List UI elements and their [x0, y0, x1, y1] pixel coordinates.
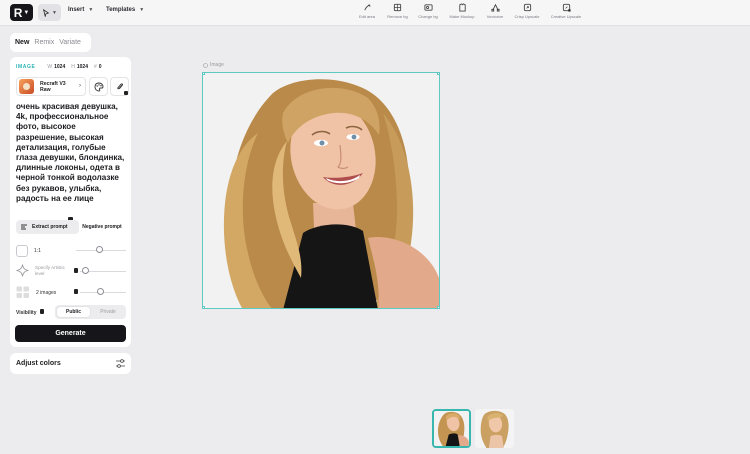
vectorize-icon [490, 3, 500, 12]
adjust-colors-panel[interactable]: Adjust colors [10, 353, 131, 374]
count-label: # [94, 64, 97, 70]
generation-panel: IMAGE W 1024 H 1024 # 0 Recraft V3 Raw ›… [10, 57, 131, 347]
generated-thumbnail-1[interactable] [432, 409, 471, 448]
vectorize-tool[interactable]: Vectorize [481, 3, 509, 19]
extract-prompt-button[interactable]: Extract prompt [16, 220, 79, 234]
visibility-toggle: Public Private [55, 305, 126, 319]
generated-image-frame[interactable] [202, 72, 440, 309]
edit-area-tool[interactable]: Edit area [352, 3, 382, 19]
creative-upscale-icon [562, 3, 571, 12]
app-logo-menu[interactable]: R ▼ [10, 4, 33, 21]
chevron-down-icon: ▼ [52, 9, 57, 16]
model-name: Recraft V3 Raw [40, 80, 66, 93]
change-bg-icon [423, 4, 433, 11]
image-settings-header: IMAGE W 1024 H 1024 # 0 [16, 64, 126, 70]
brush-icon [363, 4, 371, 11]
resize-handle-top-right[interactable] [437, 73, 439, 75]
lock-icon [40, 309, 44, 314]
frame-label: Image [203, 62, 224, 68]
lock-icon [124, 91, 128, 95]
resize-handle-bottom-right[interactable] [437, 306, 439, 308]
model-thumbnail [19, 79, 34, 94]
crisp-upscale-icon [523, 3, 531, 12]
lock-icon [74, 268, 78, 273]
chevron-down-icon: ▼ [139, 7, 145, 13]
mode-tabs: New Remix Variate [10, 33, 91, 52]
creative-upscale-tool[interactable]: Creative Upscale [545, 3, 587, 19]
paperclip-icon [116, 82, 123, 89]
palette-icon [94, 82, 103, 91]
prompt-textarea[interactable]: очень красивая девушка, 4k, профессионал… [16, 102, 128, 204]
aspect-ratio-slider-knob[interactable] [96, 246, 103, 253]
change-bg-tool[interactable]: Change bg [413, 3, 443, 19]
height-label: H [71, 64, 75, 70]
templates-menu-label: Templates [106, 7, 136, 13]
resize-handle-bottom-left[interactable] [203, 306, 205, 308]
chevron-down-icon: ▼ [88, 7, 94, 13]
visibility-private-option[interactable]: Private [92, 307, 124, 317]
image-type-label[interactable]: IMAGE [16, 64, 35, 70]
thumbnail-portrait-image [475, 409, 514, 448]
generated-portrait-image [203, 73, 439, 308]
image-count-slider-knob[interactable] [97, 288, 104, 295]
image-count-label: 2 images [36, 289, 57, 296]
generate-button[interactable]: Generate [15, 325, 126, 342]
select-tool-button[interactable]: ▼ [38, 4, 61, 21]
artistic-level-label: Specify Artistic level [35, 265, 65, 276]
extract-icon [21, 224, 27, 229]
artistic-level-slider-knob[interactable] [82, 267, 89, 274]
insert-menu[interactable]: Insert ▼ [68, 7, 93, 13]
image-tools: Edit area Remove bg Change bg Make Mocku… [352, 3, 587, 19]
tab-new[interactable]: New [15, 39, 29, 46]
insert-menu-label: Insert [68, 7, 85, 13]
top-toolbar: R ▼ ▼ Insert ▼ Templates ▼ Edit area Remo… [0, 0, 750, 26]
width-label: W [47, 64, 53, 70]
sparkle-icon [16, 264, 29, 277]
logo-r-icon: R [13, 5, 23, 20]
visibility-label: Visibility [16, 310, 37, 316]
mockup-icon [458, 3, 466, 12]
templates-menu[interactable]: Templates ▼ [106, 7, 144, 13]
lock-icon [74, 289, 78, 294]
resize-handle-top-left[interactable] [203, 73, 205, 75]
crisp-upscale-tool[interactable]: Crisp Upscale [509, 3, 545, 19]
tab-remix[interactable]: Remix [34, 39, 54, 46]
negative-prompt-button[interactable]: Negative prompt [80, 220, 124, 234]
model-selector[interactable]: Recraft V3 Raw › [16, 77, 86, 96]
sliders-icon [116, 359, 125, 368]
remove-bg-tool[interactable]: Remove bg [382, 3, 413, 19]
height-value[interactable]: 1024 [77, 64, 88, 70]
make-mockup-tool[interactable]: Make Mockup [443, 3, 481, 19]
image-frame-icon [203, 62, 208, 68]
grid-icon [16, 286, 29, 298]
adjust-colors-label: Adjust colors [16, 360, 61, 367]
remove-bg-icon [393, 3, 402, 12]
width-value[interactable]: 1024 [54, 64, 65, 70]
generated-thumbnail-2[interactable] [475, 409, 514, 448]
aspect-ratio-label: 1:1 [34, 247, 41, 254]
chevron-right-icon: › [79, 83, 81, 89]
cursor-icon [43, 8, 50, 17]
visibility-public-option[interactable]: Public [57, 307, 90, 317]
count-value[interactable]: 0 [99, 64, 102, 70]
thumbnail-portrait-image [434, 411, 469, 446]
chevron-down-icon: ▼ [23, 9, 30, 16]
aspect-ratio-icon [16, 244, 28, 257]
tab-variate[interactable]: Variate [59, 39, 81, 46]
style-palette-button[interactable] [89, 77, 108, 96]
